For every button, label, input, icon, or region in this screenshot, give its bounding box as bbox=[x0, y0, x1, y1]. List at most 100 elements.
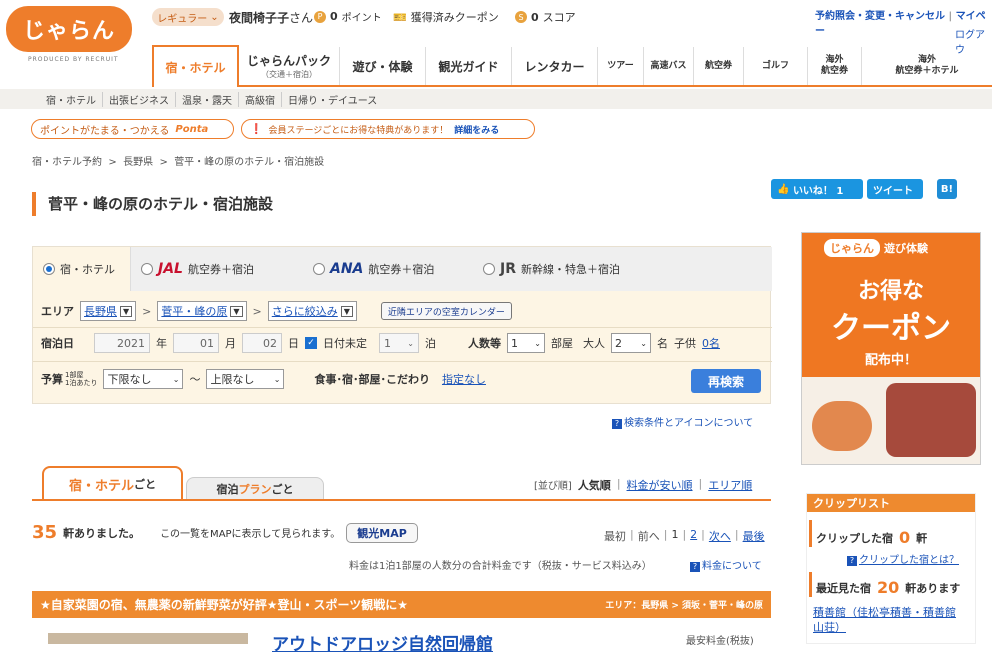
pager-page[interactable]: 2 bbox=[690, 528, 697, 544]
member-rank-badge[interactable]: レギュラー ⌄ bbox=[152, 8, 224, 26]
pref-value: 長野県 bbox=[84, 305, 117, 318]
tab-underline bbox=[32, 499, 771, 501]
min-price-select[interactable]: 下限なし ⌄ bbox=[103, 369, 184, 389]
sort-price[interactable]: 料金が安い順 bbox=[627, 477, 693, 493]
pref-select[interactable]: 長野県 ▼ bbox=[80, 301, 137, 321]
hatena-button[interactable]: B! bbox=[937, 179, 957, 199]
ponta-banner[interactable]: ポイントがたまる・つかえる Ponta bbox=[31, 119, 234, 139]
year-input[interactable]: 2021 bbox=[94, 333, 150, 353]
recent-hotel-link[interactable]: 積善館（佳松亭積善・積善館山荘） bbox=[813, 605, 963, 635]
chevron-down-icon: ⌄ bbox=[273, 374, 281, 384]
nav-tab-label: 高速バス bbox=[650, 60, 687, 71]
search-help-link[interactable]: ? 検索条件とアイコンについて bbox=[612, 414, 753, 429]
tweet-button[interactable]: ツイート bbox=[867, 179, 923, 199]
search-tab-ana[interactable]: ANA 航空券＋宿泊 bbox=[303, 247, 473, 291]
nav-tab-guide[interactable]: 観光ガイド bbox=[425, 47, 511, 85]
search-help-text: 検索条件とアイコンについて bbox=[624, 418, 754, 429]
subnav-item[interactable]: 高級宿 bbox=[239, 91, 282, 107]
recent-count: 20 bbox=[877, 578, 900, 597]
nav-tab-flight[interactable]: 航空券 bbox=[693, 47, 743, 85]
subnav-item[interactable]: 温泉・露天 bbox=[176, 91, 239, 107]
subnav-item[interactable]: 出張ビジネス bbox=[103, 91, 176, 107]
map-button[interactable]: 観光MAP bbox=[346, 522, 418, 543]
clip-list: クリップリスト クリップした宿 0 軒 ? クリップした宿とは？ 最近見た宿 20… bbox=[806, 493, 976, 644]
like-button[interactable]: 👍 いいね！ 1 bbox=[771, 179, 863, 199]
narrow-select[interactable]: さらに絞込み ▼ bbox=[267, 301, 357, 321]
logo-subtitle: PRODUCED BY RECRUIT bbox=[28, 56, 119, 63]
nav-tab-label: ゴルフ bbox=[761, 60, 789, 71]
children-link[interactable]: 0名 bbox=[702, 335, 720, 351]
search-tab-hotel[interactable]: 宿・ホテル bbox=[33, 247, 131, 291]
score-value: 0 bbox=[531, 10, 539, 24]
nav-tab-hotel[interactable]: 宿・ホテル bbox=[152, 45, 239, 87]
area-label: エリア bbox=[41, 305, 74, 318]
adults-select[interactable]: 2 ⌄ bbox=[611, 333, 651, 353]
pager-last[interactable]: 最後 bbox=[743, 528, 765, 544]
clip-help-link[interactable]: ? クリップした宿とは？ bbox=[847, 551, 975, 566]
tab-by-plan[interactable]: 宿泊 プラン ごと bbox=[186, 477, 324, 500]
hotel-catch-banner: ★自家菜園の宿、無農薬の新鮮野菜が好評★登山・スポーツ観戦に★ エリア：長野県 … bbox=[32, 591, 771, 618]
day-input[interactable]: 02 bbox=[242, 333, 282, 353]
member-stage-banner[interactable]: ❗ 会員ステージごとにお得な特典があります！ 詳細をみる bbox=[241, 119, 535, 139]
rooms-select[interactable]: 1 ⌄ bbox=[507, 333, 545, 353]
nav-tab-activities[interactable]: 遊び・体験 bbox=[339, 47, 425, 85]
sort-popular[interactable]: 人気順 bbox=[578, 477, 611, 493]
nav-tab-pack[interactable]: じゃらんパック （交通＋宿泊） bbox=[239, 47, 339, 85]
member-link[interactable]: 詳細をみる bbox=[454, 123, 499, 136]
clip-help-text: クリップした宿とは？ bbox=[859, 555, 959, 566]
pager-next[interactable]: 次へ bbox=[709, 528, 731, 544]
nights-select[interactable]: 1 ⌄ bbox=[379, 333, 419, 353]
score-status[interactable]: S 0 スコア bbox=[515, 9, 576, 25]
nav-tab-tour[interactable]: ツアー bbox=[597, 47, 643, 85]
nav-tab-rentacar[interactable]: レンタカー bbox=[511, 47, 597, 85]
hotel-thumbnail[interactable] bbox=[48, 633, 248, 644]
ponta-brand: Ponta bbox=[175, 123, 209, 135]
subnav-item[interactable]: 宿・ホテル bbox=[40, 91, 103, 107]
breadcrumb-current: 菅平・峰の原のホテル・宿泊施設 bbox=[174, 157, 325, 168]
city-select[interactable]: 菅平・峰の原 ▼ bbox=[157, 301, 247, 321]
breadcrumb-item[interactable]: 長野県 bbox=[123, 157, 153, 168]
subnav-item[interactable]: 日帰り・デイユース bbox=[282, 92, 383, 107]
rank-label: レギュラー bbox=[157, 13, 208, 25]
ad-line2: クーポン bbox=[831, 311, 951, 346]
nav-tab-label: 遊び・体験 bbox=[352, 59, 413, 74]
nav-tab-golf[interactable]: ゴルフ bbox=[743, 47, 807, 85]
max-price-select[interactable]: 上限なし ⌄ bbox=[206, 369, 285, 389]
chevron-down-icon: ⌄ bbox=[407, 338, 414, 348]
research-button[interactable]: 再検索 bbox=[691, 369, 761, 393]
coupon-ad[interactable]: じゃらん 遊び体験 お得な クーポン 配布中！ bbox=[801, 232, 981, 465]
nav-tab-intl-hotel[interactable]: 海外 航空券＋ホテル bbox=[861, 47, 992, 85]
year-unit: 年 bbox=[156, 337, 167, 350]
date-undecided-checkbox[interactable]: ✓ bbox=[305, 337, 317, 349]
help-icon: ? bbox=[690, 562, 700, 572]
month-input[interactable]: 01 bbox=[173, 333, 219, 353]
result-count-value: 35 bbox=[32, 522, 58, 543]
nearby-calendar-button[interactable]: 近隣エリアの空室カレンダー bbox=[380, 302, 512, 320]
tab-by-hotel[interactable]: 宿・ホテル ごと bbox=[42, 466, 183, 500]
catch-text: ★自家菜園の宿、無農薬の新鮮野菜が好評★登山・スポーツ観戦に★ bbox=[40, 598, 409, 612]
nav-tab-bus[interactable]: 高速バス bbox=[643, 47, 693, 85]
chevron-down-icon: ⌄ bbox=[172, 374, 180, 384]
search-tab-label: 新幹線・特急＋宿泊 bbox=[521, 263, 620, 276]
breadcrumb-item[interactable]: 宿・ホテル予約 bbox=[32, 157, 102, 168]
breadcrumb: 宿・ホテル予約 > 長野県 > 菅平・峰の原のホテル・宿泊施設 bbox=[32, 157, 325, 168]
jalan-logo[interactable]: じゃらん bbox=[6, 6, 132, 52]
points-status[interactable]: P 0 ポイント bbox=[314, 9, 382, 24]
price-help-link[interactable]: ? 料金について bbox=[690, 557, 762, 572]
search-tab-jr[interactable]: JR 新幹線・特急＋宿泊 bbox=[473, 247, 630, 291]
conditions-label: 食事･宿･部屋･こだわり bbox=[314, 373, 430, 386]
reservation-link[interactable]: 予約照会・変更・キャンセル bbox=[815, 11, 945, 22]
nav-tab-label: ツアー bbox=[607, 60, 634, 71]
conditions-link[interactable]: 指定なし bbox=[442, 371, 486, 387]
sort-area[interactable]: エリア順 bbox=[708, 477, 752, 493]
ana-logo: ANA bbox=[330, 261, 364, 277]
coupons-status[interactable]: 🎫 獲得済みクーポン bbox=[393, 9, 499, 25]
hotel-name-link[interactable]: アウトドアロッジ自然回帰館 bbox=[272, 630, 493, 655]
search-tab-jal[interactable]: JAL 航空券＋宿泊 bbox=[131, 247, 303, 291]
radio-selected-icon bbox=[43, 263, 55, 275]
points-value: 0 bbox=[330, 10, 338, 23]
nav-tab-intl-flight[interactable]: 海外 航空券 bbox=[807, 47, 861, 85]
ad-line1: お得な bbox=[857, 279, 924, 304]
chevron-down-icon: ▼ bbox=[120, 305, 133, 317]
food-image bbox=[802, 377, 980, 464]
